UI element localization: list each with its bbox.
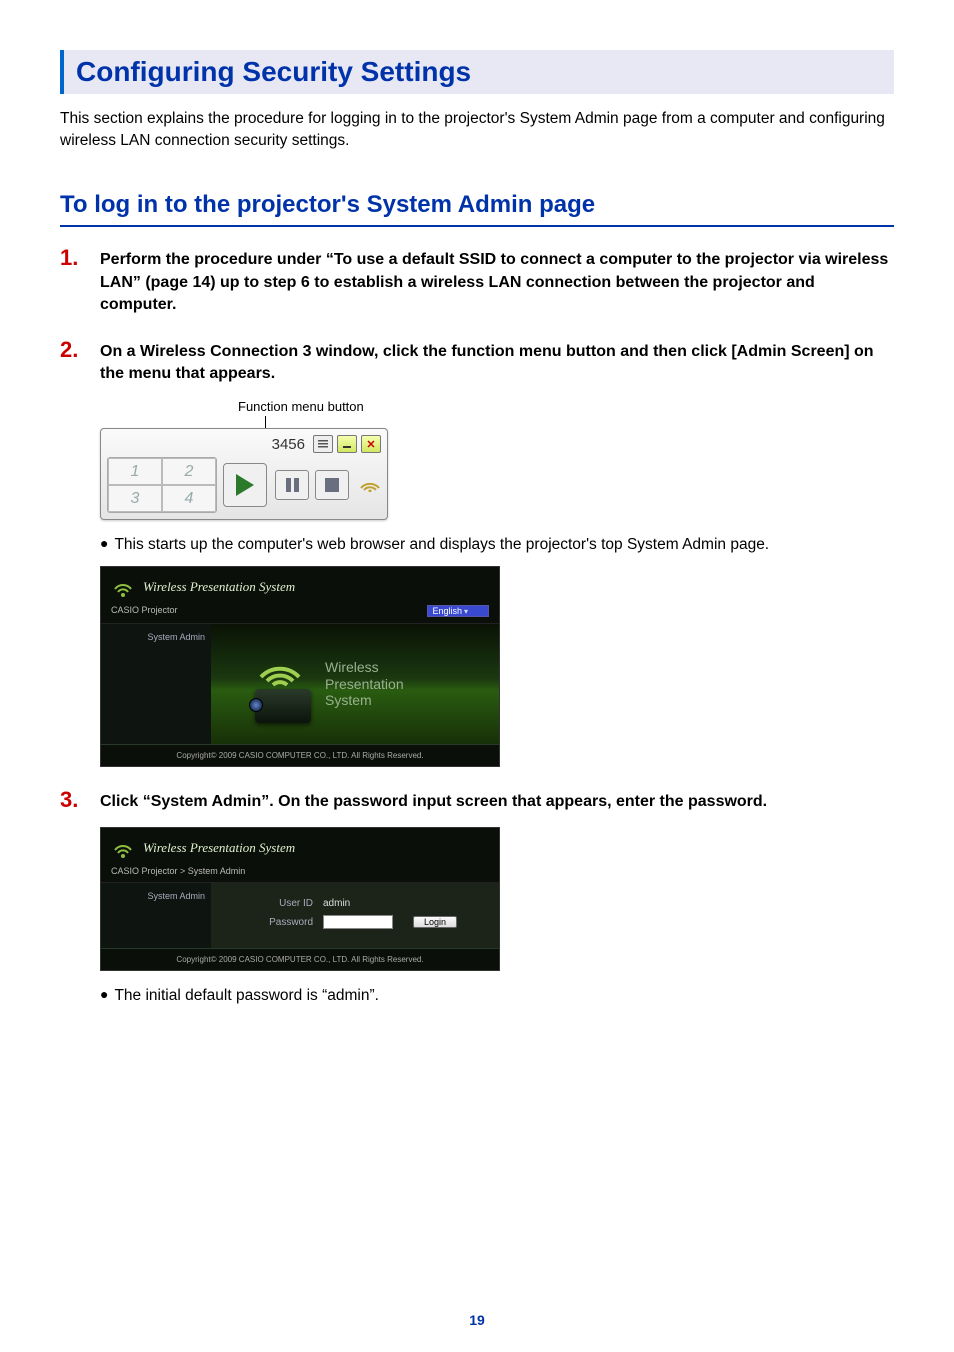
section-heading-box: Configuring Security Settings [60,50,894,94]
step-1: 1. Perform the procedure under “To use a… [100,249,894,316]
bullet-text: This starts up the computer's web browse… [114,534,769,556]
projector-lens [249,698,263,712]
step-number: 1. [60,245,78,271]
wc3-titlebar: 3456 ✕ [107,433,381,457]
step-text: On a Wireless Connection 3 window, click… [100,341,894,386]
bullet-icon: ● [100,534,108,554]
wc3-quadrant-selector[interactable]: 1 2 3 4 [107,457,217,513]
banner-line3: System [325,692,404,709]
login-button[interactable]: Login [413,916,457,928]
function-menu-button[interactable] [313,435,333,453]
page-number: 19 [0,1312,954,1328]
user-id-label: User ID [257,898,313,909]
sa-main-banner: Wireless Presentation System [211,624,499,744]
close-icon: ✕ [366,438,375,451]
password-label: Password [257,917,313,928]
pause-icon [286,478,299,492]
breadcrumb: CASIO Projector > System Admin [111,866,245,876]
banner-line1: Wireless [325,659,404,676]
sa-title: Wireless Presentation System [143,579,295,595]
wifi-logo-icon [111,836,135,860]
wc3-window: 3456 ✕ 1 2 [100,428,388,520]
chevron-down-icon: ▾ [464,607,468,616]
bullet-icon: ● [100,985,108,1005]
sa-footer-copyright: Copyright© 2009 CASIO COMPUTER CO., LTD.… [101,948,499,970]
wifi-logo-icon [111,575,135,599]
subsection-heading: To log in to the projector's System Admi… [60,191,894,227]
sidebar-item-system-admin[interactable]: System Admin [107,891,205,901]
wc3-code-number: 3456 [272,436,305,453]
sa-footer-copyright: Copyright© 2009 CASIO COMPUTER CO., LTD.… [101,744,499,766]
stop-button[interactable] [315,470,349,500]
projector-image [221,641,317,727]
language-label: English [432,606,462,616]
close-button[interactable]: ✕ [361,435,381,453]
sa-sidebar: System Admin [101,883,211,948]
quad-3[interactable]: 3 [108,485,162,512]
quad-1[interactable]: 1 [108,458,162,485]
sa-title: Wireless Presentation System [143,840,295,856]
step-2: 2. On a Wireless Connection 3 window, cl… [100,341,894,767]
list-icon [317,438,329,450]
figure-wc3-window: 3456 ✕ 1 2 [100,428,894,520]
sa-login-form: User ID admin Password Login [211,883,499,948]
step-number: 2. [60,337,78,363]
step-text: Perform the procedure under “To use a de… [100,249,894,316]
sa-window: Wireless Presentation System CASIO Proje… [100,566,500,767]
quad-2[interactable]: 2 [162,458,216,485]
sa-window-login: Wireless Presentation System CASIO Proje… [100,827,500,971]
step-number: 3. [60,787,78,813]
figure-system-admin-login: Wireless Presentation System CASIO Proje… [100,827,894,971]
bullet-after-step2: ● This starts up the computer's web brow… [100,534,894,556]
banner-line2: Presentation [325,676,404,693]
play-button[interactable] [223,463,267,507]
breadcrumb: CASIO Projector [111,605,178,617]
language-selector[interactable]: English▾ [427,605,489,617]
figure-system-admin-top: Wireless Presentation System CASIO Proje… [100,566,894,767]
minimize-icon [342,439,352,449]
callout-leader-line [265,416,266,428]
callout-function-menu: Function menu button [100,399,894,426]
sidebar-item-system-admin[interactable]: System Admin [107,632,205,642]
sa-sidebar: System Admin [101,624,211,744]
quad-4[interactable]: 4 [162,485,216,512]
banner-text: Wireless Presentation System [325,659,404,709]
bullet-text: The initial default password is “admin”. [114,985,378,1007]
projector-body [255,689,311,723]
play-icon [236,474,254,496]
section-heading: Configuring Security Settings [76,56,884,88]
intro-text: This section explains the procedure for … [60,108,894,151]
wifi-waves-icon [257,647,303,687]
minimize-button[interactable] [337,435,357,453]
step-text: Click “System Admin”. On the password in… [100,791,894,813]
bullet-after-step3: ● The initial default password is “admin… [100,985,894,1007]
callout-label: Function menu button [238,399,364,414]
password-input[interactable] [323,915,393,929]
step-3: 3. Click “System Admin”. On the password… [100,791,894,1007]
stop-icon [325,478,339,492]
pause-button[interactable] [275,470,309,500]
wifi-status-icon [359,474,381,497]
user-id-value: admin [323,898,350,909]
